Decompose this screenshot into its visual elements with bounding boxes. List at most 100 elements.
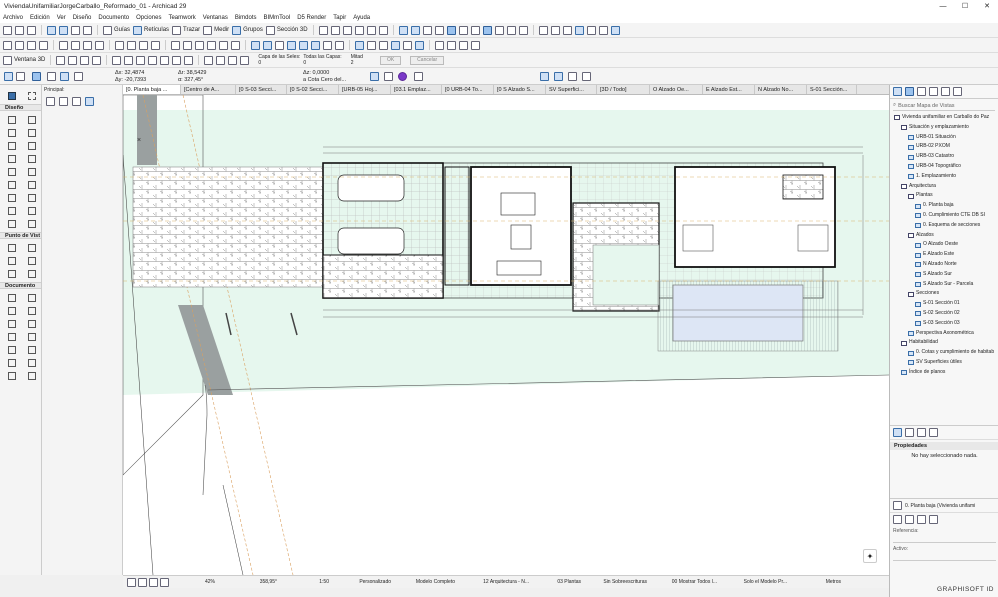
rotate-icon[interactable]: [610, 25, 620, 35]
skylight-tool[interactable]: [22, 139, 42, 152]
zoom-in-icon[interactable]: [115, 40, 124, 50]
drag-icon[interactable]: [59, 40, 68, 50]
d5-icon[interactable]: [367, 40, 376, 50]
wall-tool[interactable]: [2, 113, 22, 126]
polyline-tool[interactable]: [2, 343, 22, 356]
render-icon[interactable]: [355, 40, 364, 50]
cut-icon[interactable]: [3, 40, 12, 50]
zoom-value[interactable]: 42%: [173, 579, 219, 585]
geometry-method-icon[interactable]: [32, 72, 41, 81]
report-icon[interactable]: [459, 40, 468, 50]
tree-item[interactable]: Perspectiva Axonométrica: [890, 329, 998, 339]
zoom-out-icon[interactable]: [127, 40, 136, 50]
tree-item[interactable]: 0. Planta baja: [890, 201, 998, 211]
magic-wand-icon[interactable]: [83, 25, 92, 35]
diseno-section[interactable]: Diseño: [0, 104, 41, 111]
medir-button[interactable]: Medir: [203, 25, 229, 35]
tab-alzado-s[interactable]: [0 S Alzado S...: [494, 85, 546, 94]
tree-item[interactable]: E Alzado Este: [890, 250, 998, 260]
figure-tool[interactable]: [2, 369, 22, 382]
plugin-icon[interactable]: [398, 72, 407, 81]
tree-item[interactable]: Vivienda unifamiliar en Carballo do Paz: [890, 113, 998, 123]
model-view-icon[interactable]: [342, 25, 352, 35]
quick-options-icon[interactable]: ✦: [863, 549, 877, 563]
tab-s03[interactable]: [0 S-03 Secci...: [236, 85, 287, 94]
elevation-view-icon[interactable]: [195, 40, 204, 50]
railing-tool[interactable]: [22, 165, 42, 178]
stair-tool[interactable]: [2, 165, 22, 178]
floor-plan-icon[interactable]: [171, 40, 180, 50]
rotation-value[interactable]: 358,95°: [219, 579, 281, 585]
reset-icon[interactable]: [929, 515, 938, 524]
view-map-search[interactable]: ⌕ Buscar Mapa de Vistas: [893, 101, 995, 111]
arrow-tool-icon[interactable]: [4, 72, 13, 81]
eyedropper-icon[interactable]: [59, 25, 68, 35]
ortho-icon[interactable]: [384, 72, 393, 81]
split-icon[interactable]: [550, 25, 560, 35]
camera-icon[interactable]: [160, 55, 170, 65]
marquee-icon[interactable]: [16, 72, 25, 81]
pencil-icon[interactable]: [47, 25, 56, 35]
detail-tool[interactable]: [2, 267, 22, 280]
reserve-icon[interactable]: [311, 40, 320, 50]
delete-icon[interactable]: [39, 40, 48, 50]
polygon-method-icon[interactable]: [47, 72, 56, 81]
undo-zoom[interactable]: [123, 577, 173, 587]
layer-combination[interactable]: Personalizado: [333, 579, 395, 585]
wall-icon[interactable]: [482, 25, 492, 35]
column-tool[interactable]: [2, 126, 22, 139]
unlock-icon[interactable]: [518, 25, 528, 35]
trim-icon[interactable]: [216, 55, 226, 65]
pen-icon[interactable]: [46, 97, 55, 106]
tree-item[interactable]: S Alzado Sur - Parcela: [890, 280, 998, 290]
renovation-option[interactable]: 00 Mostrar Todos l...: [651, 579, 721, 585]
grid-tool[interactable]: [22, 369, 42, 382]
align-icon[interactable]: [398, 25, 408, 35]
tree-item[interactable]: S-01 Sección 01: [890, 299, 998, 309]
style-3d-icon[interactable]: [148, 55, 158, 65]
documento-section[interactable]: Documento: [0, 282, 41, 289]
roof-tool[interactable]: [2, 178, 22, 191]
zoom-redo-icon[interactable]: [138, 577, 147, 587]
zone-tool[interactable]: [2, 204, 22, 217]
release-icon[interactable]: [323, 40, 332, 50]
tab-s02[interactable]: [0 S-02 Secci...: [287, 85, 339, 94]
cutting-planes-icon[interactable]: [184, 55, 194, 65]
menu-bimmtool[interactable]: BIMmTool: [264, 15, 291, 21]
mitad-value[interactable]: 2: [351, 60, 363, 66]
structure-icon[interactable]: [378, 25, 388, 35]
structure-option[interactable]: Solo el Modelo Pr...: [721, 579, 791, 585]
pan-icon[interactable]: [92, 55, 102, 65]
distribute-icon[interactable]: [410, 25, 420, 35]
ok-button[interactable]: OK: [379, 55, 402, 65]
guide-snap-icon[interactable]: [554, 72, 563, 81]
section-view-icon[interactable]: [183, 40, 192, 50]
units-option[interactable]: Metros: [791, 579, 845, 585]
grupos-button[interactable]: Grupos: [232, 25, 263, 35]
zoom-undo-icon[interactable]: [127, 577, 136, 587]
tab-alzado-oeste[interactable]: O Alzado Oe...: [650, 85, 703, 94]
teamwork-icon[interactable]: [287, 40, 296, 50]
ventana3d-button[interactable]: Ventana 3D: [3, 55, 45, 65]
menu-archivo[interactable]: Archivo: [3, 15, 23, 21]
drawing-canvas[interactable]: × ✦: [123, 95, 889, 575]
morph-tool[interactable]: [22, 191, 42, 204]
refresh-icon[interactable]: [917, 515, 926, 524]
settings-nav-icon[interactable]: [953, 87, 962, 96]
maximize-button[interactable]: ☐: [954, 0, 976, 13]
marquee-tool[interactable]: [22, 89, 42, 102]
renovation-icon[interactable]: [354, 25, 364, 35]
project-map-icon[interactable]: [893, 87, 902, 96]
door-tool[interactable]: [22, 113, 42, 126]
undo-icon[interactable]: [15, 25, 24, 35]
tree-item[interactable]: 0. Esquema de secciones: [890, 221, 998, 231]
menu-d5render[interactable]: D5 Render: [297, 15, 326, 21]
bring-front-icon[interactable]: [422, 25, 432, 35]
render-3d-icon[interactable]: [136, 55, 146, 65]
snap-point-icon[interactable]: [60, 72, 69, 81]
box-icon[interactable]: [414, 72, 423, 81]
tab-superficies[interactable]: SV Superfici...: [546, 85, 597, 94]
scale-value[interactable]: 1:50: [281, 579, 333, 585]
tree-item[interactable]: Situación y emplazamiento: [890, 123, 998, 133]
text-tool[interactable]: [22, 304, 42, 317]
